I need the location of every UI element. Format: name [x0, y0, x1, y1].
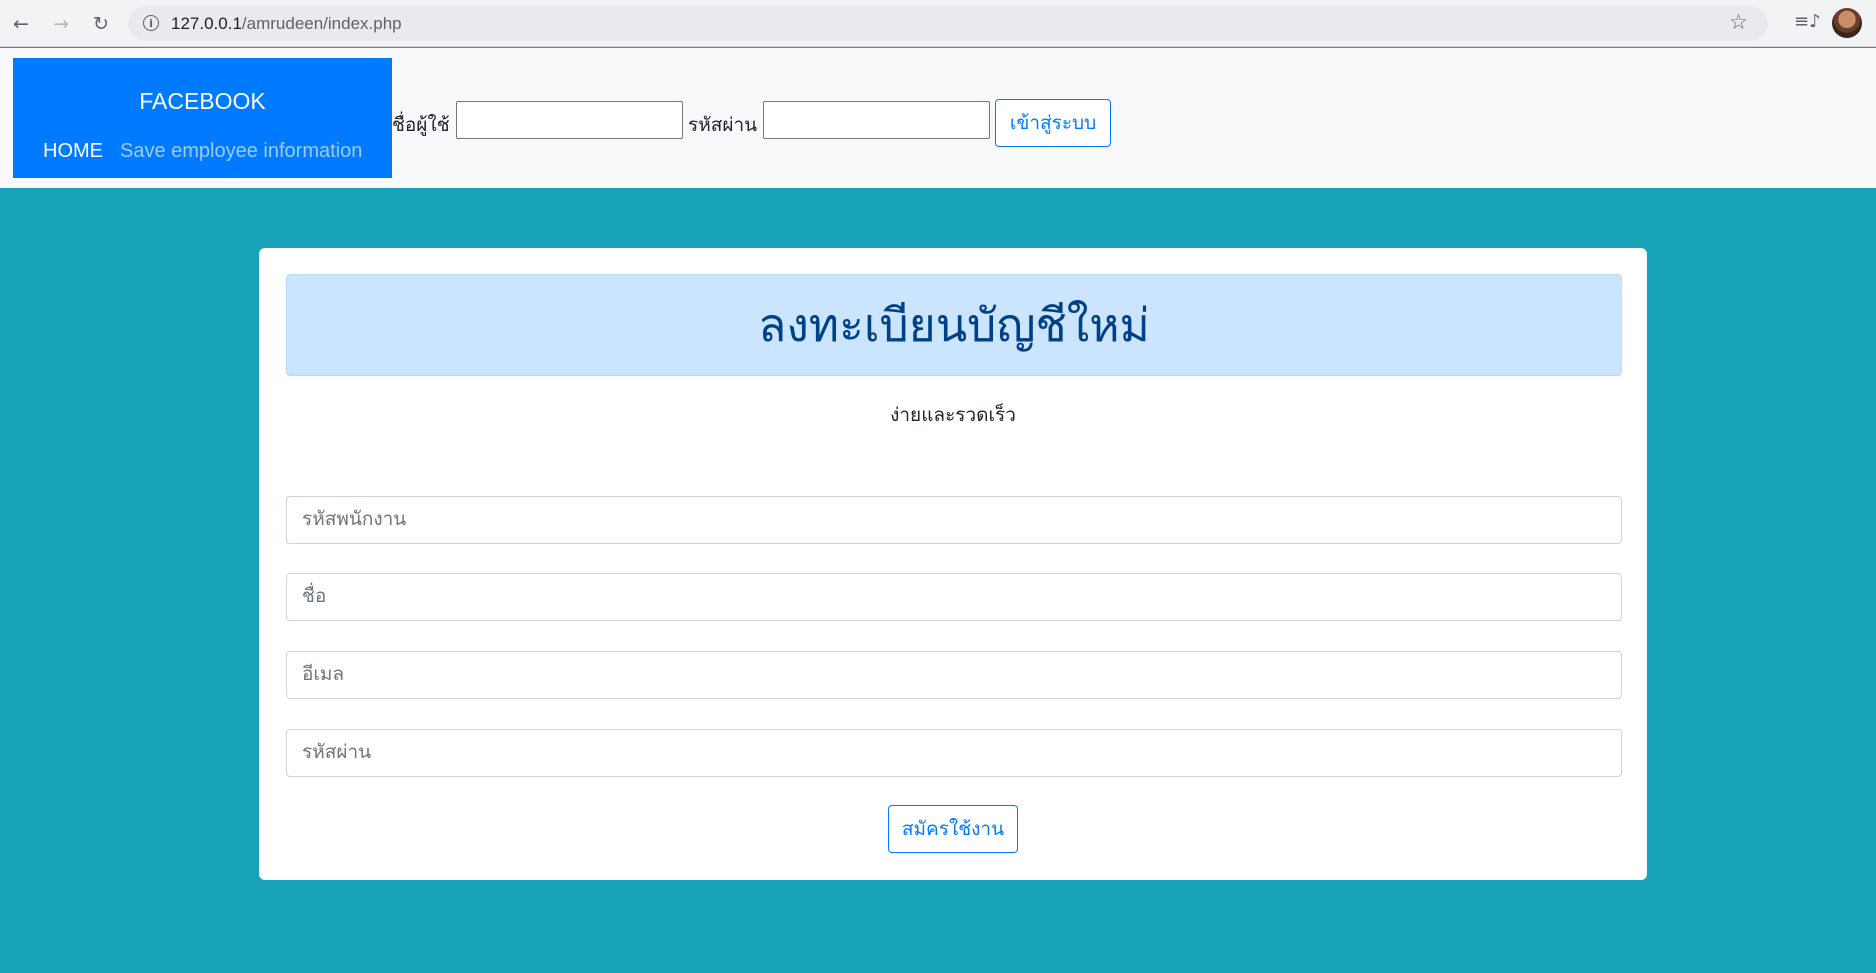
url-path: /amrudeen/index.php	[241, 14, 402, 33]
register-password-input[interactable]	[286, 729, 1622, 777]
password-label: รหัสผ่าน	[688, 115, 758, 136]
register-card: ลงทะเบียนบัญชีใหม่ ง่ายและรวดเร็ว สมัครใ…	[259, 248, 1647, 880]
url-text[interactable]: 127.0.0.1/amrudeen/index.php	[171, 14, 402, 34]
brand-link[interactable]: FACEBOOK	[13, 88, 392, 115]
top-navbar: FACEBOOK HOME Save employee information …	[0, 48, 1876, 188]
password-input[interactable]	[763, 101, 990, 139]
forward-arrow-icon[interactable]: →	[48, 11, 74, 37]
address-bar[interactable]: i 127.0.0.1/amrudeen/index.php ☆	[128, 6, 1768, 41]
playlist-icon[interactable]: ≡♪	[1794, 11, 1821, 32]
nav-home-link[interactable]: HOME	[43, 140, 103, 163]
info-icon[interactable]: i	[143, 15, 159, 31]
username-input[interactable]	[456, 101, 683, 139]
brand-box: FACEBOOK HOME Save employee information	[13, 58, 392, 178]
browser-toolbar: ← → ↻ i 127.0.0.1/amrudeen/index.php ☆ ≡…	[0, 0, 1876, 47]
name-input[interactable]	[286, 573, 1622, 621]
star-icon[interactable]: ☆	[1729, 10, 1748, 34]
register-title-banner: ลงทะเบียนบัญชีใหม่	[286, 274, 1622, 376]
profile-avatar[interactable]	[1832, 8, 1862, 38]
email-input[interactable]	[286, 651, 1622, 699]
nav-save-employee-link[interactable]: Save employee information	[120, 140, 362, 163]
username-label: ชื่อผู้ใช้	[392, 115, 450, 136]
back-arrow-icon[interactable]: ←	[8, 11, 34, 37]
url-host: 127.0.0.1	[171, 14, 242, 33]
login-button[interactable]: เข้าสู่ระบบ	[995, 99, 1111, 147]
register-title: ลงทะเบียนบัญชีใหม่	[758, 298, 1150, 351]
register-submit-button[interactable]: สมัครใช้งาน	[888, 805, 1018, 853]
reload-icon[interactable]: ↻	[88, 11, 114, 37]
register-subtitle: ง่ายและรวดเร็ว	[890, 405, 1016, 426]
employee-id-input[interactable]	[286, 496, 1622, 544]
